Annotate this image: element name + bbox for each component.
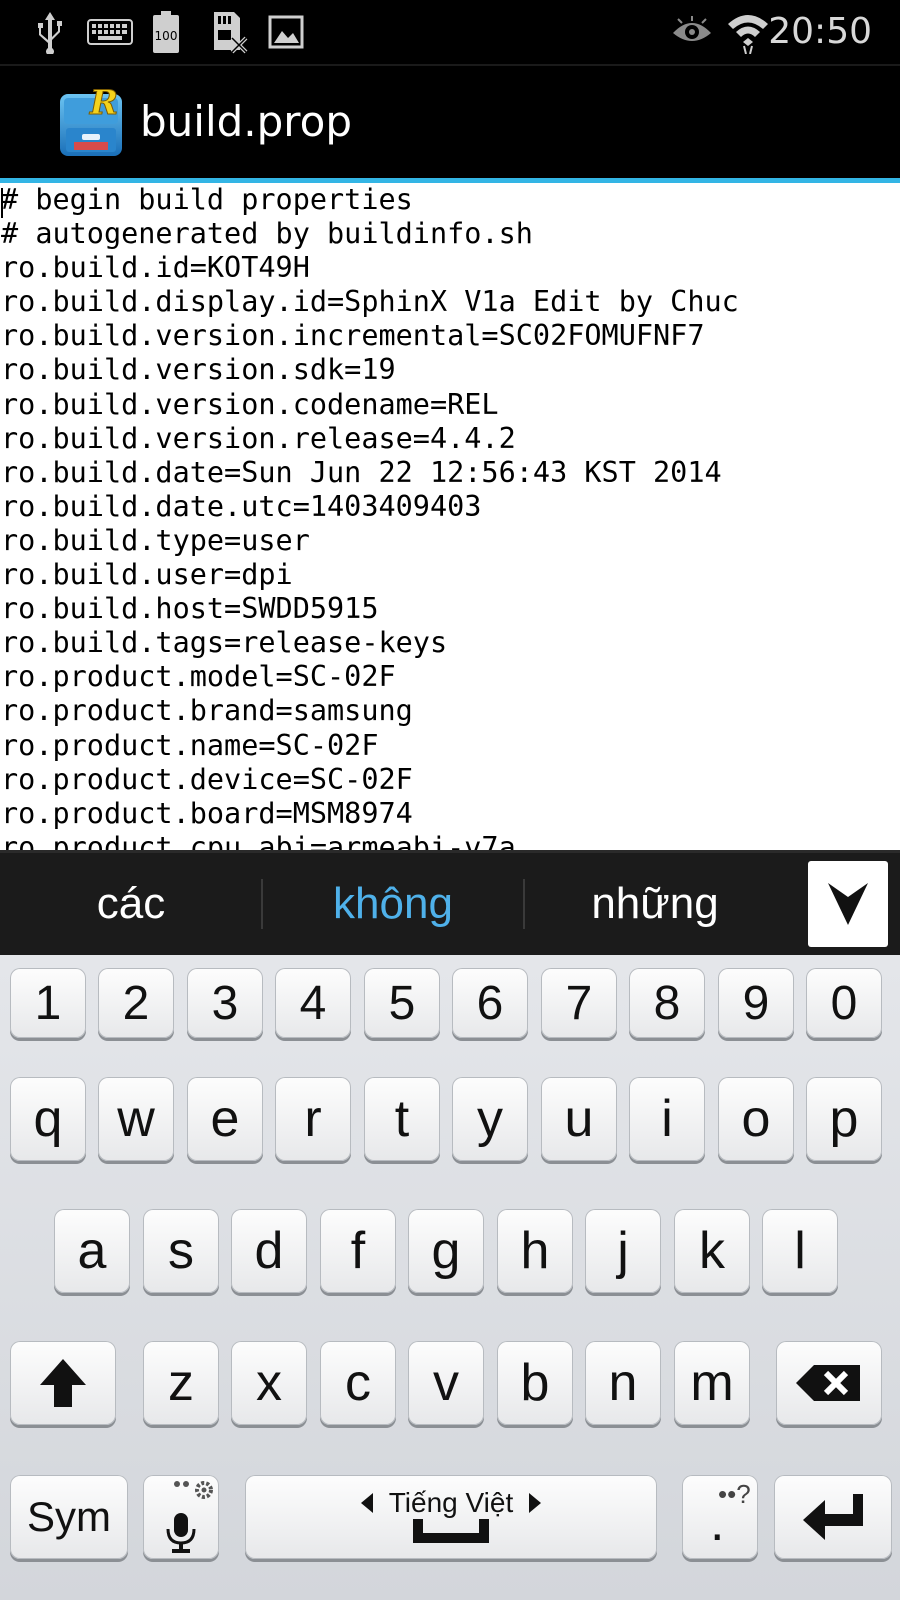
usb-icon bbox=[30, 10, 70, 54]
editor-content[interactable]: # begin build properties # autogenerated … bbox=[0, 183, 900, 850]
key-j[interactable]: j bbox=[585, 1209, 661, 1293]
editor-line: ro.build.version.sdk=19 bbox=[1, 353, 396, 387]
editor-line: ro.build.id=KOT49H bbox=[1, 251, 310, 285]
key-r[interactable]: r bbox=[275, 1077, 351, 1161]
editor-line: ro.build.date.utc=1403409403 bbox=[1, 489, 482, 523]
keyboard: 1 2 3 4 5 6 7 8 9 0 q w e r t y u i o p … bbox=[0, 955, 900, 1600]
suggestion-1[interactable]: các bbox=[0, 853, 262, 955]
wifi-icon bbox=[726, 10, 770, 54]
key-e[interactable]: e bbox=[187, 1077, 263, 1161]
period-key[interactable]: ••? . bbox=[682, 1475, 758, 1559]
shift-arrow-icon bbox=[40, 1359, 86, 1407]
key-i[interactable]: i bbox=[629, 1077, 705, 1161]
key-w[interactable]: w bbox=[98, 1077, 174, 1161]
key-u[interactable]: u bbox=[541, 1077, 617, 1161]
shift-key[interactable] bbox=[10, 1341, 116, 1425]
key-6[interactable]: 6 bbox=[452, 968, 528, 1038]
key-z[interactable]: z bbox=[143, 1341, 219, 1425]
key-9[interactable]: 9 bbox=[718, 968, 794, 1038]
space-bar-icon bbox=[413, 1519, 489, 1543]
suggestion-2[interactable]: không bbox=[262, 853, 524, 955]
enter-arrow-icon bbox=[803, 1494, 863, 1540]
key-1[interactable]: 1 bbox=[10, 968, 86, 1038]
key-c[interactable]: c bbox=[320, 1341, 396, 1425]
battery-level: 100 bbox=[155, 29, 178, 43]
microphone-icon bbox=[166, 1513, 196, 1553]
editor-line: ro.product.name=SC-02F bbox=[1, 728, 379, 762]
editor-line: # begin build properties bbox=[1, 183, 413, 216]
key-v[interactable]: v bbox=[408, 1341, 484, 1425]
editor-line: ro.build.user=dpi bbox=[1, 558, 293, 592]
key-d[interactable]: d bbox=[231, 1209, 307, 1293]
backspace-key[interactable] bbox=[776, 1341, 882, 1425]
editor-line: ro.product.board=MSM8974 bbox=[1, 796, 413, 830]
editor-line: ro.product.brand=samsung bbox=[1, 694, 413, 728]
key-f[interactable]: f bbox=[320, 1209, 396, 1293]
enter-key[interactable] bbox=[774, 1475, 892, 1559]
key-y[interactable]: y bbox=[452, 1077, 528, 1161]
editor-line: ro.build.version.release=4.4.2 bbox=[1, 421, 516, 455]
language-label: Tiếng Việt bbox=[388, 1487, 514, 1518]
key-b[interactable]: b bbox=[497, 1341, 573, 1425]
chevron-down-icon bbox=[828, 883, 868, 925]
voice-input-key[interactable] bbox=[143, 1475, 219, 1559]
clock: 20:50 bbox=[768, 11, 872, 52]
suggestion-3[interactable]: những bbox=[524, 853, 786, 955]
backspace-icon bbox=[796, 1365, 860, 1401]
app-logo-icon[interactable]: R bbox=[56, 83, 126, 160]
editor-line: ro.build.version.codename=REL bbox=[1, 387, 499, 421]
key-k[interactable]: k bbox=[674, 1209, 750, 1293]
editor-line: ro.build.type=user bbox=[1, 523, 310, 557]
editor-line: ro.product.model=SC-02F bbox=[1, 660, 396, 694]
image-icon bbox=[266, 10, 306, 54]
arrow-right-icon bbox=[529, 1493, 542, 1513]
suggestion-strip: các không những bbox=[0, 853, 900, 955]
key-t[interactable]: t bbox=[364, 1077, 440, 1161]
editor-line: ro.product.device=SC-02F bbox=[1, 762, 413, 796]
keyboard-icon bbox=[86, 10, 134, 54]
key-s[interactable]: s bbox=[143, 1209, 219, 1293]
text-editor[interactable]: # begin build properties # autogenerated … bbox=[0, 183, 900, 850]
period-label: . bbox=[710, 1494, 725, 1552]
sd-card-icon bbox=[206, 10, 250, 54]
editor-line: ro.build.host=SWDD5915 bbox=[1, 592, 379, 626]
key-m[interactable]: m bbox=[674, 1341, 750, 1425]
editor-line: # autogenerated by buildinfo.sh bbox=[1, 217, 533, 251]
key-5[interactable]: 5 bbox=[364, 968, 440, 1038]
key-4[interactable]: 4 bbox=[275, 968, 351, 1038]
key-q[interactable]: q bbox=[10, 1077, 86, 1161]
editor-line: ro.build.date=Sun Jun 22 12:56:43 KST 20… bbox=[1, 455, 722, 489]
arrow-left-icon bbox=[360, 1493, 373, 1513]
editor-line: ro.build.display.id=SphinX V1a Edit by C… bbox=[1, 285, 739, 319]
key-n[interactable]: n bbox=[585, 1341, 661, 1425]
key-x[interactable]: x bbox=[231, 1341, 307, 1425]
page-title: build.prop bbox=[140, 97, 352, 146]
key-2[interactable]: 2 bbox=[98, 968, 174, 1038]
key-3[interactable]: 3 bbox=[187, 968, 263, 1038]
status-bar: 100 20:50 bbox=[0, 0, 900, 66]
space-key[interactable]: Tiếng Việt bbox=[245, 1475, 657, 1559]
key-0[interactable]: 0 bbox=[806, 968, 882, 1038]
expand-suggestions-button[interactable] bbox=[808, 861, 888, 947]
settings-gear-icon bbox=[174, 1481, 213, 1499]
key-8[interactable]: 8 bbox=[629, 968, 705, 1038]
key-l[interactable]: l bbox=[762, 1209, 838, 1293]
editor-line: ro.build.version.incremental=SC02FOMUFNF… bbox=[1, 319, 705, 353]
key-h[interactable]: h bbox=[497, 1209, 573, 1293]
key-7[interactable]: 7 bbox=[541, 968, 617, 1038]
key-g[interactable]: g bbox=[408, 1209, 484, 1293]
text-caret bbox=[1, 188, 3, 218]
eye-icon bbox=[668, 10, 716, 54]
editor-line: ro.build.tags=release-keys bbox=[1, 626, 448, 660]
key-a[interactable]: a bbox=[54, 1209, 130, 1293]
app-logo-letter: R bbox=[89, 84, 118, 123]
key-o[interactable]: o bbox=[718, 1077, 794, 1161]
action-bar: R build.prop bbox=[0, 66, 900, 183]
key-p[interactable]: p bbox=[806, 1077, 882, 1161]
battery-100-icon: 100 bbox=[150, 10, 182, 54]
sym-key[interactable]: Sym bbox=[10, 1475, 128, 1559]
editor-line: ro.product.cpu.abi=armeabi-v7a bbox=[1, 830, 516, 850]
